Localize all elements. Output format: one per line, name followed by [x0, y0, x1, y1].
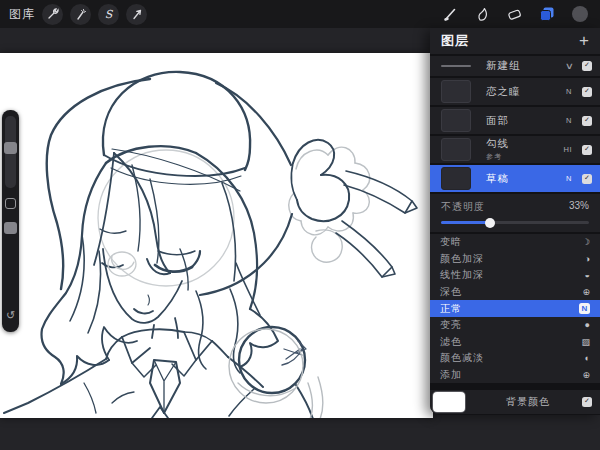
cursor-arrow-icon: [131, 8, 143, 20]
brush-size-slider[interactable]: [4, 142, 17, 154]
smudge-icon[interactable]: [475, 7, 490, 22]
layer-thumbnail: [441, 138, 471, 161]
selection-button[interactable]: S: [98, 4, 119, 25]
actions-button[interactable]: [42, 4, 63, 25]
eraser-icon[interactable]: [507, 7, 522, 22]
brush-opacity-slider[interactable]: [4, 222, 17, 234]
opacity-slider-thumb[interactable]: [485, 218, 495, 228]
drawing-canvas[interactable]: [0, 53, 433, 418]
layer-row-selected[interactable]: 草稿 N: [430, 165, 600, 192]
linear-burn-icon: ◒: [585, 270, 590, 280]
top-toolbar: 图库 S: [0, 0, 600, 28]
brush-sidebar: ↺: [2, 110, 19, 332]
layer-name: 勾线: [486, 137, 509, 151]
layer-blend-code[interactable]: HI: [564, 145, 573, 154]
chevron-down-icon[interactable]: ∨: [565, 61, 574, 71]
blend-mode-screen[interactable]: 滤色 ▨: [430, 334, 600, 351]
blend-mode-list: 变暗 ☽ 颜色加深 ◑ 线性加深 ◒ 深色 ⊕ 正常 变亮 ● 滤色 ▨ 颜色减…: [430, 234, 600, 383]
layer-blend-code[interactable]: N: [566, 87, 572, 96]
layers-panel-header: 图层 +: [430, 28, 600, 56]
layer-thumbnail: [441, 109, 471, 132]
color-burn-icon: ◑: [585, 254, 590, 264]
add-layer-button[interactable]: +: [579, 31, 589, 51]
opacity-section: 不透明度 33%: [430, 194, 600, 225]
layer-row[interactable]: 面部 N: [430, 107, 600, 134]
background-color-label: 背景颜色: [506, 395, 550, 409]
color-swatch-button[interactable]: [572, 6, 588, 22]
layer-visibility-checkbox[interactable]: [582, 145, 592, 155]
blend-mode-linear-burn[interactable]: 线性加深 ◒: [430, 267, 600, 284]
layer-name: 草稿: [486, 172, 509, 186]
blend-mode-darken[interactable]: 变暗 ☽: [430, 234, 600, 251]
layer-thumbnail: [441, 167, 471, 190]
background-visibility-checkbox[interactable]: [582, 397, 592, 407]
screen-icon: ▨: [581, 337, 590, 347]
background-color-swatch[interactable]: [433, 392, 465, 412]
blend-mode-add[interactable]: 添加 ⊕: [430, 367, 600, 384]
adjustments-button[interactable]: [70, 4, 91, 25]
normal-icon: [579, 303, 590, 314]
opacity-slider-fill: [441, 221, 490, 224]
undo-button[interactable]: ↺: [2, 309, 19, 322]
layer-visibility-checkbox[interactable]: [582, 174, 592, 184]
opacity-value: 33%: [569, 200, 589, 214]
darken-icon: ☽: [582, 237, 590, 247]
layer-row[interactable]: 勾线 参考 HI: [430, 136, 600, 163]
layer-reference-tag: 参考: [486, 152, 509, 162]
transform-button[interactable]: [126, 4, 147, 25]
layers-icon[interactable]: [539, 6, 555, 22]
darker-color-icon: ⊕: [582, 287, 590, 297]
add-icon: ⊕: [582, 370, 590, 380]
layer-blend-code[interactable]: N: [566, 174, 572, 183]
layer-row[interactable]: 恋之瞳 N: [430, 78, 600, 105]
layers-panel: 图层 + 新建组 ∨ 恋之瞳 N 面部 N 勾线 参考 HI: [430, 28, 600, 415]
layer-name: 面部: [486, 114, 509, 128]
group-visibility-checkbox[interactable]: [582, 61, 592, 71]
brush-icon[interactable]: [443, 7, 458, 22]
wrench-icon: [46, 8, 59, 21]
background-color-row[interactable]: 背景颜色: [430, 388, 600, 414]
layer-blend-code[interactable]: N: [566, 116, 572, 125]
blend-mode-darker-color[interactable]: 深色 ⊕: [430, 284, 600, 301]
selection-icon: S: [105, 8, 113, 21]
blend-mode-normal-selected[interactable]: 正常: [430, 300, 600, 317]
opacity-slider[interactable]: [441, 221, 589, 224]
canvas-drawing: [0, 53, 433, 418]
layer-visibility-checkbox[interactable]: [582, 87, 592, 97]
group-name: 新建组: [486, 59, 521, 73]
layer-thumbnail: [441, 80, 471, 103]
layers-panel-title: 图层: [441, 32, 469, 50]
layer-name: 恋之瞳: [486, 85, 521, 99]
blend-mode-color-dodge[interactable]: 颜色减淡 ◐: [430, 350, 600, 367]
layer-visibility-checkbox[interactable]: [582, 116, 592, 126]
group-thumbnail: [441, 65, 471, 67]
modify-button[interactable]: [5, 198, 16, 209]
magic-wand-icon: [74, 8, 87, 21]
blend-mode-lighten[interactable]: 变亮 ●: [430, 317, 600, 334]
color-dodge-icon: ◐: [585, 353, 590, 363]
layer-group-row[interactable]: 新建组 ∨: [430, 56, 600, 76]
blend-mode-color-burn[interactable]: 颜色加深 ◑: [430, 251, 600, 268]
opacity-label: 不透明度: [441, 200, 485, 214]
lighten-icon: ●: [585, 320, 590, 330]
gallery-button[interactable]: 图库: [9, 6, 35, 23]
